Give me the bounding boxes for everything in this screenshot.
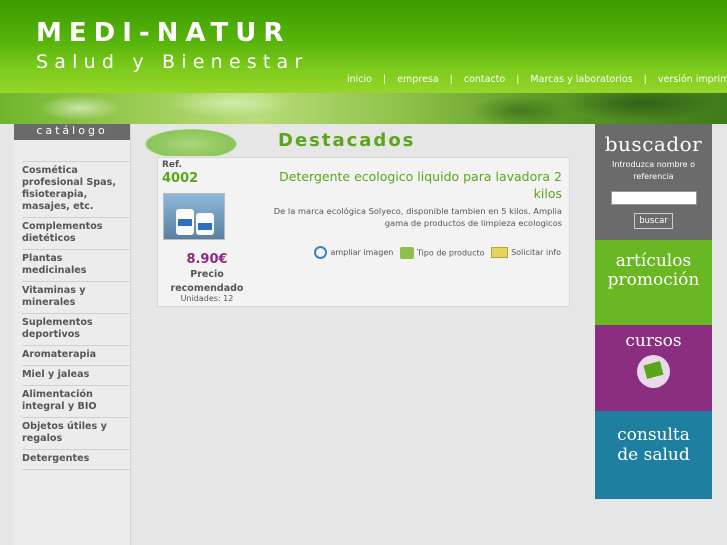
nav-link-version-imprimible[interactable]: versión imprimible bbox=[658, 74, 727, 85]
product-type-link[interactable]: Tipo de producto bbox=[399, 246, 485, 259]
right-column: buscador Introduzca nombre o referencia … bbox=[595, 124, 712, 499]
search-title: buscador bbox=[604, 132, 703, 156]
promo-line-2: promoción bbox=[607, 270, 700, 290]
catalog-item-miel[interactable]: Miel y jaleas bbox=[22, 365, 130, 385]
consulta-line-2: de salud bbox=[617, 445, 690, 465]
top-navigation: inicio | empresa | contacto | Marcas y laborat… bbox=[347, 74, 727, 85]
nav-link-empresa[interactable]: empresa bbox=[397, 74, 438, 85]
nav-separator: | bbox=[516, 74, 520, 85]
cursos-banner[interactable]: cursos bbox=[595, 325, 712, 411]
product-image[interactable] bbox=[163, 193, 225, 240]
cursos-title: cursos bbox=[625, 331, 682, 351]
product-jug-shape bbox=[196, 213, 214, 235]
featured-product-card: Ref. 4002 8.90€ Precio recomendado Unida… bbox=[157, 157, 570, 307]
catalog-item-vitaminas[interactable]: Vitaminas y minerales bbox=[22, 281, 130, 313]
magnifier-icon bbox=[314, 246, 328, 259]
product-description: De la marca ecológica Solyeco, disponibl… bbox=[273, 206, 562, 228]
catalog-item-aromaterapia[interactable]: Aromaterapia bbox=[22, 345, 130, 365]
book-icon bbox=[637, 355, 670, 388]
search-box: buscador Introduzca nombre o referencia … bbox=[595, 124, 712, 240]
search-button[interactable]: buscar bbox=[634, 213, 673, 229]
nav-separator: | bbox=[643, 74, 647, 85]
catalog-item-alimentacion[interactable]: Alimentación integral y BIO bbox=[22, 385, 130, 417]
site-logo[interactable]: MEDI-NATUR bbox=[36, 18, 290, 48]
nav-link-marcas[interactable]: Marcas y laboratorios bbox=[530, 74, 632, 85]
search-input[interactable] bbox=[610, 191, 697, 205]
catalog-item-complementos[interactable]: Complementos dietéticos bbox=[22, 217, 130, 249]
leaf-decoration bbox=[131, 124, 281, 156]
nav-link-contacto[interactable]: contacto bbox=[464, 74, 505, 85]
site-tagline: Salud y Bienestar bbox=[36, 51, 309, 73]
catalog-title: catálogo bbox=[14, 124, 130, 140]
product-type-label: Tipo de producto bbox=[416, 248, 485, 257]
search-hint: Introduzca nombre o referencia bbox=[611, 160, 696, 181]
envelope-icon bbox=[491, 247, 509, 258]
ref-number: 4002 bbox=[162, 171, 199, 186]
catalog-item-detergentes[interactable]: Detergentes bbox=[22, 449, 130, 470]
nav-separator: | bbox=[449, 74, 453, 85]
consulta-banner[interactable]: consulta de salud bbox=[595, 411, 712, 499]
product-actions: ampliar imagen Tipo de producto Solicita… bbox=[310, 246, 561, 259]
nav-link-inicio[interactable]: inicio bbox=[347, 74, 372, 85]
promo-banner[interactable]: artículos promoción bbox=[595, 240, 712, 325]
nav-separator: | bbox=[382, 74, 387, 85]
catalog-item-cosmetica[interactable]: Cosmética profesional Spas, fisioterapia… bbox=[22, 161, 130, 217]
price-label: Precio recomendado bbox=[170, 269, 244, 294]
request-info-label: Solicitar info bbox=[511, 248, 561, 257]
catalog-item-plantas[interactable]: Plantas medicinales bbox=[22, 249, 130, 281]
tag-icon bbox=[399, 246, 414, 259]
product-jug-shape bbox=[176, 209, 194, 235]
zoom-image-label: ampliar imagen bbox=[330, 248, 394, 257]
catalog-sidebar: catálogo Cosmética profesional Spas, fis… bbox=[14, 124, 131, 545]
consulta-line-1: consulta bbox=[617, 425, 690, 445]
header-banner-image bbox=[0, 93, 727, 124]
request-info-link[interactable]: Solicitar info bbox=[491, 247, 561, 258]
product-units: Unidades: 12 bbox=[180, 294, 234, 303]
product-price: 8.90€ bbox=[186, 252, 228, 267]
ref-label: Ref. bbox=[162, 160, 182, 170]
site-header: MEDI-NATUR Salud y Bienestar inicio | empr… bbox=[0, 0, 727, 93]
promo-line-1: artículos bbox=[615, 251, 692, 271]
section-title: Destacados bbox=[278, 130, 416, 151]
catalog-item-objetos[interactable]: Objetos útiles y regalos bbox=[22, 417, 130, 449]
zoom-image-link[interactable]: ampliar imagen bbox=[314, 246, 393, 259]
catalog-list: Cosmética profesional Spas, fisioterapia… bbox=[14, 161, 130, 470]
catalog-item-suplementos[interactable]: Suplementos deportivos bbox=[22, 313, 130, 345]
product-title[interactable]: Detergente ecologico liquido para lavado… bbox=[250, 168, 562, 202]
